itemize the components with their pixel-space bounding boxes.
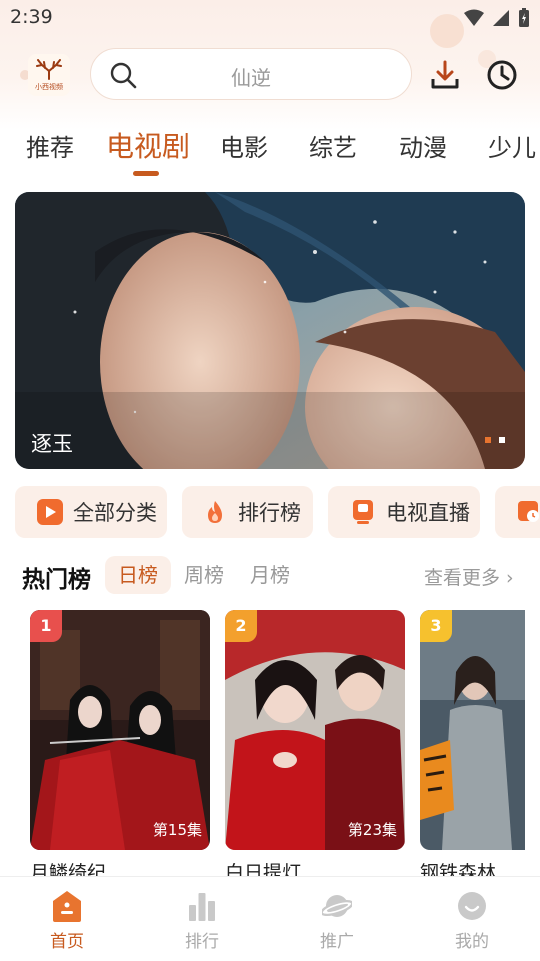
nav-home[interactable]: 首页 (22, 877, 112, 961)
download-icon[interactable] (429, 59, 461, 91)
poster-image (225, 610, 405, 850)
app-header: 小西视频 仙逆 (0, 46, 540, 108)
banner-image (15, 192, 525, 469)
quick-ranking[interactable]: 排行榜 (182, 486, 313, 538)
banner-pagination (485, 437, 505, 443)
tab-variety[interactable]: 综艺 (309, 128, 357, 163)
battery-icon (519, 8, 529, 27)
status-bar: 2:39 (0, 0, 540, 36)
pagination-dot-active (485, 437, 491, 443)
poster-image (420, 610, 525, 850)
status-time: 2:39 (10, 6, 53, 28)
bottom-navigation: 首页 排行 推广 我的 (0, 876, 540, 961)
nav-label: 首页 (50, 932, 84, 952)
home-icon (53, 891, 81, 922)
status-icons (464, 8, 530, 28)
fire-icon (202, 499, 228, 525)
deer-antler-icon (36, 58, 62, 80)
nav-label: 排行 (185, 932, 219, 952)
featured-banner[interactable]: 逐玉 (15, 192, 525, 469)
smile-icon (458, 892, 486, 920)
tab-tv-series[interactable]: 电视剧 (106, 128, 190, 165)
play-icon (37, 499, 63, 525)
signal-icon (493, 10, 509, 26)
poster-image (30, 610, 210, 850)
quick-history[interactable] (495, 486, 540, 538)
tv-icon (350, 499, 376, 525)
nav-profile[interactable]: 我的 (427, 877, 517, 961)
nav-ranking[interactable]: 排行 (157, 877, 247, 961)
rank-badge: 1 (30, 610, 62, 642)
bar-chart-icon (189, 893, 215, 921)
search-bar[interactable]: 仙逆 (90, 48, 412, 100)
ranking-card-3[interactable]: 3 (420, 610, 525, 850)
quick-label: 电视直播 (386, 501, 470, 525)
rank-badge: 3 (420, 610, 452, 642)
ranking-title: 热门榜 (22, 567, 91, 593)
tab-anime[interactable]: 动漫 (399, 128, 447, 163)
period-monthly[interactable]: 月榜 (237, 556, 303, 594)
period-daily[interactable]: 日榜 (105, 556, 171, 594)
quick-live-tv[interactable]: 电视直播 (328, 486, 480, 538)
history-icon (515, 499, 540, 525)
rank-badge: 2 (225, 610, 257, 642)
logo-text: 小西视频 (35, 82, 63, 91)
quick-label: 排行榜 (238, 501, 301, 525)
nav-label: 推广 (320, 932, 354, 952)
nav-label: 我的 (455, 932, 489, 952)
app-logo[interactable]: 小西视频 (28, 54, 70, 96)
banner-title: 逐玉 (31, 432, 73, 456)
tab-movie[interactable]: 电影 (220, 128, 268, 163)
pagination-dot (499, 437, 505, 443)
active-tab-indicator (133, 171, 159, 176)
wifi-icon (464, 9, 484, 26)
quick-label: 全部分类 (73, 501, 157, 525)
history-clock-icon[interactable] (486, 59, 518, 91)
ranking-card-2[interactable]: 2 第23集 (225, 610, 405, 850)
category-tabs: 推荐 电视剧 电影 综艺 动漫 少儿 (0, 128, 540, 178)
nav-promotion[interactable]: 推广 (292, 877, 382, 961)
tab-recommend[interactable]: 推荐 (26, 128, 74, 163)
ranking-card-1[interactable]: 1 第15集 (30, 610, 210, 850)
period-weekly[interactable]: 周榜 (171, 556, 237, 594)
episode-count: 第15集 (152, 821, 202, 839)
tab-kids[interactable]: 少儿 (488, 128, 536, 163)
quick-all-categories[interactable]: 全部分类 (15, 486, 167, 538)
episode-count: 第23集 (347, 821, 397, 839)
planet-icon (322, 895, 352, 917)
view-more-link[interactable]: 查看更多 › (424, 563, 514, 590)
search-placeholder: 仙逆 (231, 66, 271, 90)
